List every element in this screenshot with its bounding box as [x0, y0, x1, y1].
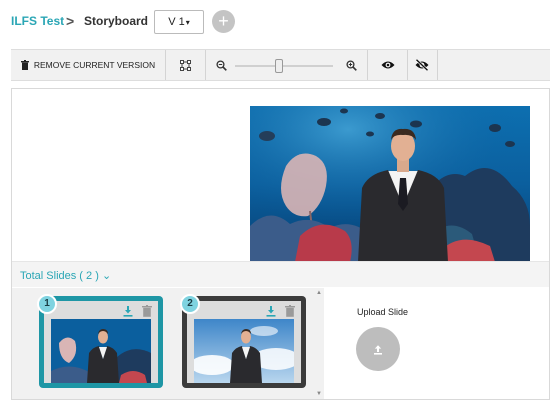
- zoom-in-icon: [345, 59, 357, 71]
- show-button[interactable]: [375, 50, 400, 80]
- zoom-in-button[interactable]: [341, 50, 361, 80]
- upload-slide-label: Upload Slide: [357, 307, 409, 317]
- caret-down-icon: ▾: [185, 17, 190, 27]
- slide-number-badge: 1: [37, 294, 57, 314]
- download-icon[interactable]: [265, 305, 277, 317]
- slide-thumbnail-2[interactable]: 2: [180, 294, 306, 388]
- scroll-down-icon[interactable]: ▼: [316, 391, 322, 397]
- remove-current-version-label: REMOVE CURRENT VERSION: [33, 60, 156, 70]
- total-slides-bar: Total Slides ( 2 ) ⌄: [12, 261, 549, 287]
- app-header: ILFS Test > Storyboard V 1 ▾ +: [0, 0, 550, 46]
- trash-icon[interactable]: [285, 305, 295, 317]
- version-select[interactable]: V 1 ▾: [154, 10, 204, 34]
- zoom-slider-handle[interactable]: [275, 59, 284, 73]
- sky-clouds-thumbnail: [194, 319, 294, 383]
- upload-slide-button[interactable]: [356, 327, 400, 371]
- chevron-right-icon: >: [66, 13, 75, 29]
- zoom-out-button[interactable]: [211, 50, 231, 80]
- add-version-button[interactable]: +: [212, 10, 235, 33]
- slide-thumbnail-strip: 1 2: [12, 288, 324, 399]
- underwater-reef-image: [250, 106, 530, 261]
- thumbnail-scrollbar[interactable]: ▲ ▼: [314, 288, 324, 399]
- trash-icon: [20, 60, 29, 70]
- scroll-up-icon[interactable]: ▲: [316, 290, 322, 296]
- upload-icon: [374, 345, 382, 355]
- slide-thumbnail-frame: [44, 301, 158, 383]
- toolbar: REMOVE CURRENT VERSION: [11, 49, 550, 81]
- hide-button[interactable]: [409, 50, 434, 80]
- storyboard-panel: Total Slides ( 2 ) ⌄ 1 2 ▲ ▼ Upload Slid…: [11, 88, 550, 400]
- current-slide-preview[interactable]: [250, 106, 530, 261]
- toolbar-divider: [407, 50, 408, 80]
- slide-thumbnail-image: [51, 319, 151, 383]
- breadcrumb-project[interactable]: ILFS Test: [11, 14, 64, 28]
- slide-thumbnail-1[interactable]: 1: [37, 294, 163, 388]
- download-icon[interactable]: [122, 305, 134, 317]
- total-slides-label: Total Slides ( 2 ): [20, 270, 99, 282]
- version-value: V 1: [168, 16, 185, 28]
- eye-icon: [381, 61, 394, 69]
- total-slides-toggle[interactable]: Total Slides ( 2 ) ⌄: [20, 269, 111, 282]
- fit-screen-icon: [180, 59, 191, 71]
- underwater-reef-thumbnail: [51, 319, 151, 383]
- toolbar-divider: [367, 50, 368, 80]
- trash-icon[interactable]: [142, 305, 152, 317]
- zoom-out-icon: [215, 59, 227, 71]
- slide-canvas: [12, 89, 549, 261]
- scrollbar-track[interactable]: [316, 302, 322, 382]
- slide-number-badge: 2: [180, 294, 200, 314]
- slide-thumbnail-image: [194, 319, 294, 383]
- zoom-slider-track[interactable]: [235, 65, 333, 67]
- remove-current-version-button[interactable]: REMOVE CURRENT VERSION: [11, 50, 166, 80]
- eye-off-icon: [415, 59, 428, 71]
- breadcrumb-page: Storyboard: [84, 14, 149, 28]
- slide-thumbnail-frame: [187, 301, 301, 383]
- toolbar-divider: [437, 50, 438, 80]
- fit-screen-button[interactable]: [166, 50, 206, 80]
- chevron-down-icon: ⌄: [101, 270, 112, 282]
